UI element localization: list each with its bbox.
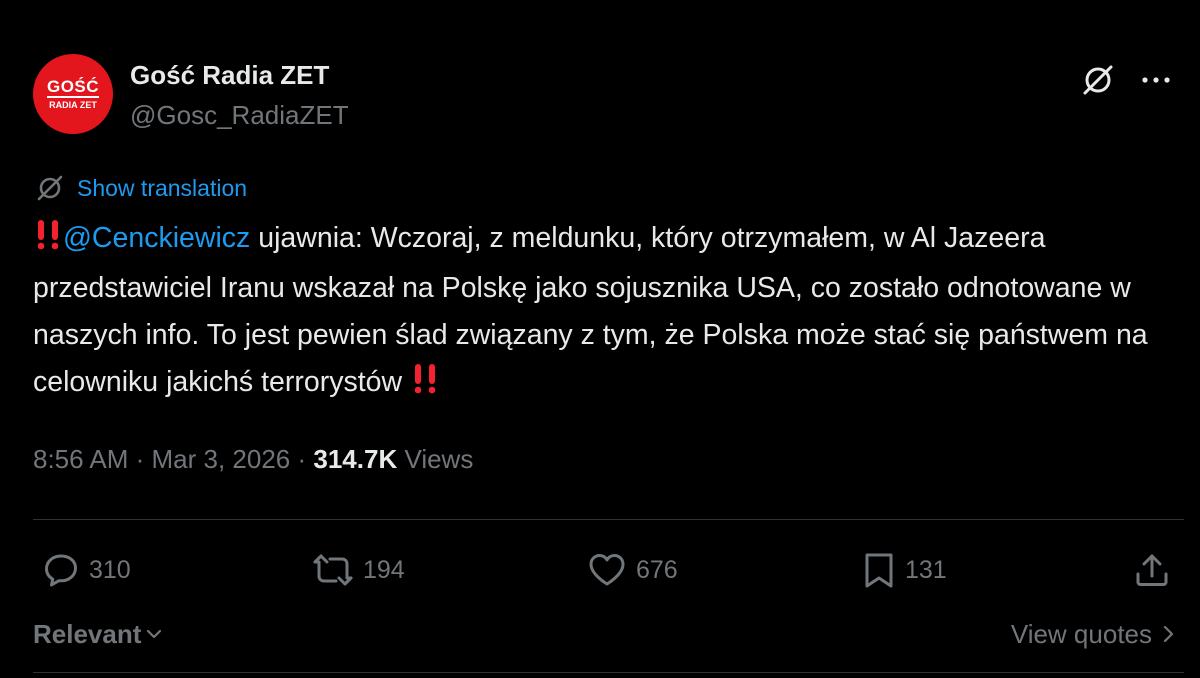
tweet-date[interactable]: Mar 3, 2026	[152, 444, 291, 475]
sort-dropdown[interactable]: Relevant	[33, 614, 164, 654]
grok-icon	[1083, 65, 1113, 95]
share-button[interactable]	[1132, 540, 1180, 600]
meta-separator: ·	[128, 444, 152, 474]
double-exclamation-icon	[410, 362, 440, 409]
view-quotes-link[interactable]: View quotes	[1011, 614, 1178, 654]
sort-label: Relevant	[33, 618, 142, 649]
reply-count: 310	[89, 555, 131, 584]
divider	[33, 672, 1184, 673]
replies-controls: Relevant View quotes	[33, 614, 1178, 654]
bookmark-icon	[865, 553, 893, 588]
bookmark-button[interactable]: 131	[861, 540, 947, 600]
reply-icon	[45, 554, 77, 587]
share-icon	[1136, 554, 1168, 586]
chevron-right-icon	[1163, 625, 1174, 643]
heart-icon	[589, 554, 625, 586]
action-bar: 310 194 676 131	[33, 540, 1178, 600]
tweet-text: @Cenckiewicz ujawnia: Wczoraj, z meldunk…	[33, 215, 1173, 409]
more-button[interactable]	[1136, 60, 1176, 100]
repost-button[interactable]: 194	[311, 540, 405, 600]
tweet-header: GOŚĆ RADIA ZET Gość Radia ZET @Gosc_Radi…	[33, 54, 1176, 134]
show-translation-label: Show translation	[77, 174, 248, 201]
author-handle[interactable]: @Gosc_RadiaZET	[130, 100, 349, 131]
repost-count: 194	[363, 555, 405, 584]
avatar[interactable]: GOŚĆ RADIA ZET	[33, 54, 113, 134]
bookmark-count: 131	[905, 555, 947, 584]
like-button[interactable]: 676	[586, 540, 678, 600]
tweet-time[interactable]: 8:56 AM	[33, 444, 128, 475]
views-label: Views	[397, 444, 474, 474]
more-icon	[1142, 77, 1170, 83]
translate-icon	[33, 171, 67, 205]
show-translation[interactable]: Show translation	[33, 170, 247, 206]
meta-separator: ·	[290, 444, 314, 474]
tweet-meta: 8:56 AM · Mar 3, 2026 · 314.7K Views	[33, 444, 473, 475]
repost-icon	[313, 554, 353, 586]
reply-button[interactable]: 310	[41, 540, 131, 600]
double-exclamation-icon	[33, 218, 63, 265]
divider	[33, 519, 1184, 520]
like-count: 676	[636, 555, 678, 584]
avatar-logo-top: GOŚĆ	[46, 76, 100, 98]
avatar-logo-bottom: RADIA ZET	[49, 99, 97, 110]
view-quotes-label: View quotes	[1010, 618, 1152, 649]
views-count[interactable]: 314.7K	[313, 444, 397, 475]
grok-button[interactable]	[1078, 60, 1118, 100]
mention-link[interactable]: @Cenckiewicz	[63, 222, 250, 254]
author-display-name[interactable]: Gość Radia ZET	[130, 60, 329, 91]
chevron-down-icon	[147, 629, 162, 639]
